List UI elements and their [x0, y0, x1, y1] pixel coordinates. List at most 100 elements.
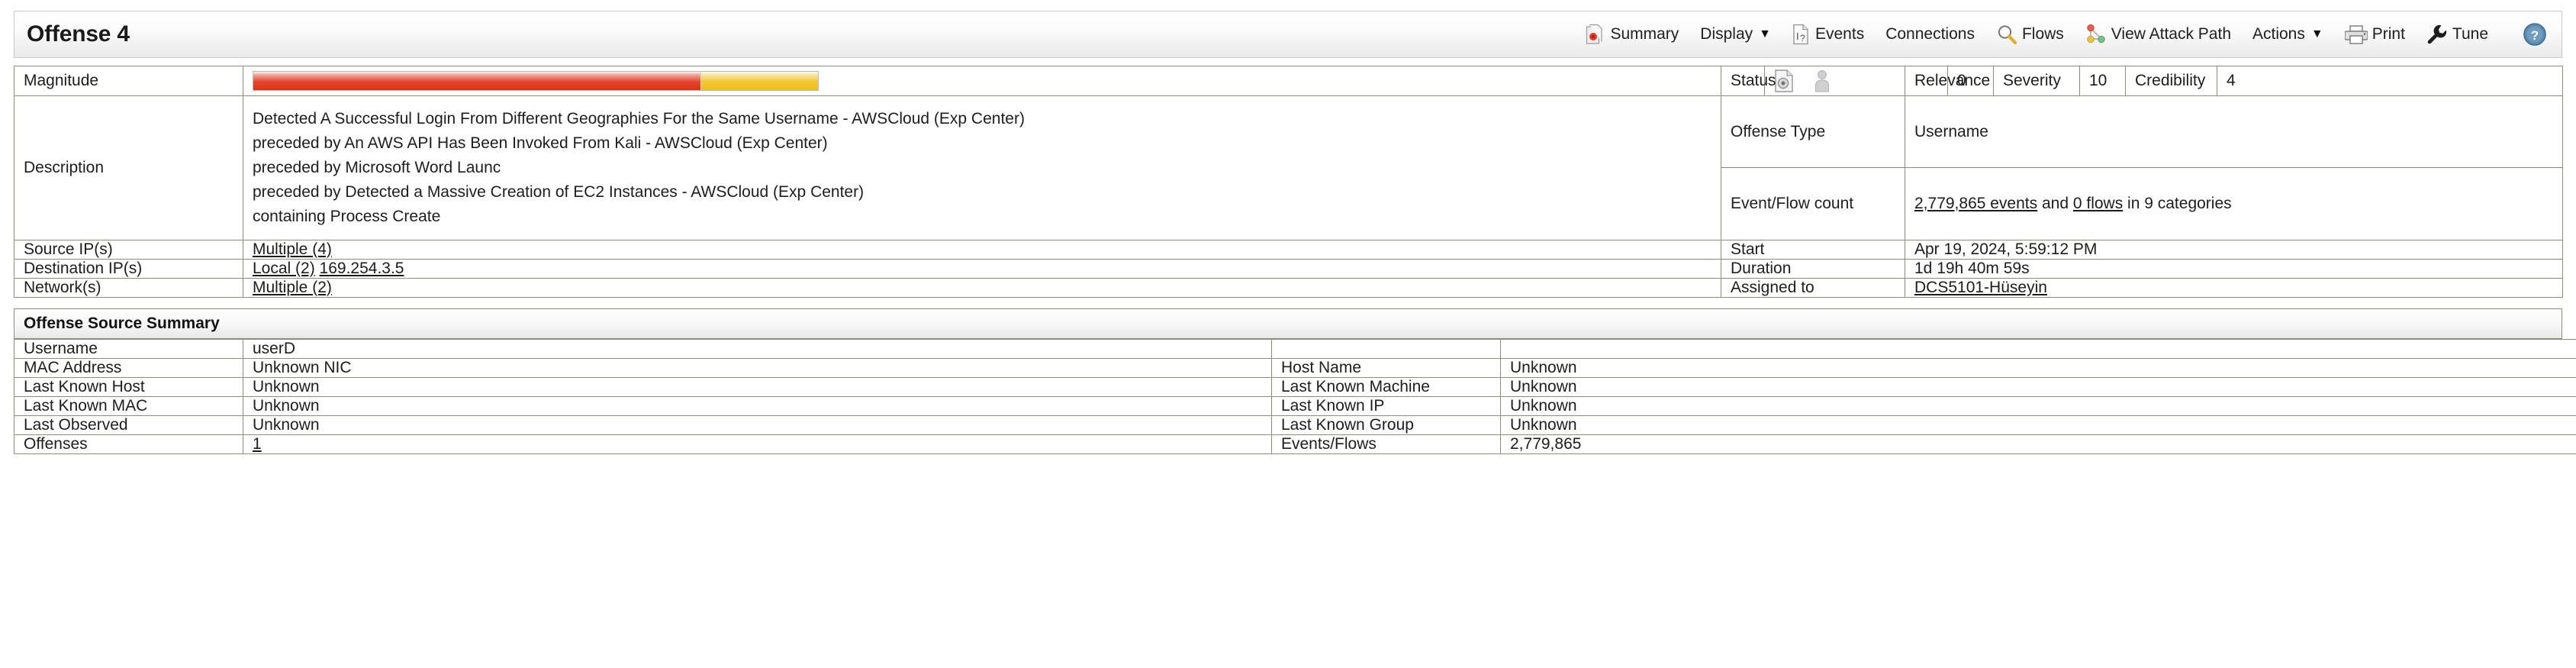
chevron-down-icon: ▼	[1759, 27, 1771, 40]
toolbar-item-events[interactable]: I ? Events	[1782, 21, 1875, 48]
destination-ips-local-link[interactable]: Local (2)	[253, 260, 315, 277]
row-left-label: Last Observed	[14, 415, 243, 435]
duration-value: 1d 19h 40m 59s	[1905, 258, 2563, 279]
source-ips-link[interactable]: Multiple (4)	[253, 240, 332, 258]
assigned-to-value: DCS5101-Hüseyin	[1905, 277, 2563, 298]
svg-text:I: I	[1796, 31, 1799, 42]
toolbar-item-display[interactable]: Display ▼	[1689, 22, 1782, 47]
svg-text:?: ?	[1800, 33, 1805, 44]
table-row: Last Observed Unknown Last Known Group Unkn…	[14, 415, 2576, 435]
start-value: Apr 19, 2024, 5:59:12 PM	[1905, 239, 2563, 260]
networks-link[interactable]: Multiple (2)	[253, 279, 332, 296]
row-right-value: Unknown	[1500, 357, 2576, 378]
toolbar-item-label: Summary	[1610, 25, 1679, 43]
table-row-magnitude: Magnitude Status Relevance 0 Severity 10…	[14, 66, 2563, 96]
start-label: Start	[1721, 239, 1905, 260]
source-ips-label: Source IP(s)	[14, 239, 243, 260]
description-value: Detected A Successful Login From Differe…	[243, 95, 1721, 240]
toolbar-item-label: Flows	[2021, 25, 2064, 43]
offense-summary-page: Offense 4 Summary Display ▼ I ? Events Conn…	[0, 11, 2576, 668]
event-flow-suffix-text: in 9 categories	[2123, 194, 2232, 212]
row-left-label: Offenses	[14, 434, 243, 454]
assigned-to-link[interactable]: DCS5101-Hüseyin	[1914, 279, 2047, 296]
status-disk-icon[interactable]	[1774, 69, 1794, 92]
row-right-value: Unknown	[1500, 415, 2576, 435]
description-line: containing Process Create	[253, 207, 441, 225]
table-row: MAC Address Unknown NIC Host Name Unknown	[14, 357, 2576, 378]
toolbar-item-label: Tune	[2452, 25, 2488, 43]
magnitude-bar-red-segment	[253, 72, 700, 90]
toolbar-item-view-attack-path[interactable]: View Attack Path	[2075, 21, 2242, 48]
offense-overview-table: Magnitude Status Relevance 0 Severity 10…	[14, 66, 2563, 298]
table-row: Last Known MAC Unknown Last Known IP Unknow…	[14, 395, 2576, 416]
attack-path-icon	[2085, 24, 2107, 45]
toolbar-item-label: Display	[1700, 25, 1753, 43]
wrench-icon	[2426, 24, 2448, 45]
row-left-value-link[interactable]: 1	[253, 435, 262, 453]
offense-type-value: Username	[1905, 95, 2563, 169]
event-flow-count-label: Event/Flow count	[1721, 167, 1905, 240]
status-icons-cell	[1764, 66, 1905, 96]
toolbar-item-summary[interactable]: Summary	[1575, 21, 1689, 48]
row-left-value: Unknown	[243, 376, 1272, 397]
offense-source-summary-title: Offense Source Summary	[14, 308, 2562, 339]
row-left-value: Unknown NIC	[243, 357, 1272, 378]
magnifier-icon	[1996, 24, 2017, 45]
toolbar-item-connections[interactable]: Connections	[1875, 22, 1985, 47]
offense-type-label: Offense Type	[1721, 95, 1905, 169]
toolbar-item-tune[interactable]: Tune	[2416, 21, 2499, 48]
svg-text:?: ?	[2531, 28, 2539, 43]
username-value: userD	[243, 338, 1272, 359]
offense-source-summary-wrap: Offense Source Summary Username userD MA…	[14, 308, 2576, 454]
toolbar-item-actions[interactable]: Actions ▼	[2242, 22, 2334, 47]
help-circle-icon[interactable]: ?	[2522, 21, 2548, 47]
toolbar-item-flows[interactable]: Flows	[1985, 21, 2075, 48]
event-flow-and-text: and	[2037, 194, 2073, 212]
description-line: preceded by Detected a Massive Creation …	[253, 182, 865, 201]
events-count-link[interactable]: 2,779,865 events	[1914, 195, 2037, 212]
page-header: Offense 4 Summary Display ▼ I ? Events Conn…	[14, 11, 2562, 58]
severity-value: 10	[2079, 66, 2126, 96]
table-row-username: Username userD	[14, 338, 2576, 359]
toolbar-item-label: Events	[1815, 25, 1865, 43]
source-ips-value: Multiple (4)	[243, 239, 1721, 260]
table-row-destination-ips: Destination IP(s) Local (2) 169.254.3.5 …	[14, 258, 2563, 279]
assigned-to-label: Assigned to	[1721, 277, 1905, 298]
row-right-label: Last Known IP	[1271, 395, 1501, 416]
magnitude-label: Magnitude	[14, 66, 243, 96]
table-row: Offenses 1 Events/Flows 2,779,865	[14, 434, 2576, 454]
username-label: Username	[14, 338, 243, 359]
row-right-label: Last Known Machine	[1271, 376, 1501, 397]
flows-count-link[interactable]: 0 flows	[2073, 195, 2123, 212]
row-left-value: 1	[243, 434, 1272, 454]
table-row: Last Known Host Unknown Last Known Machine…	[14, 376, 2576, 397]
username-spacer-cell-1	[1271, 338, 1501, 359]
credibility-value: 4	[2217, 66, 2563, 96]
table-row-description: Description Detected A Successful Login …	[14, 95, 2563, 240]
row-left-label: Last Known Host	[14, 376, 243, 397]
magnitude-bar-cell	[243, 66, 1721, 96]
row-left-value: Unknown	[243, 415, 1272, 435]
magnitude-bar-yellow-segment	[700, 72, 818, 90]
description-line: Detected A Successful Login From Differe…	[253, 110, 1025, 127]
toolbar-item-print[interactable]: Print	[2334, 21, 2416, 47]
description-line: preceded by An AWS API Has Been Invoked …	[253, 134, 828, 152]
printer-icon	[2344, 24, 2368, 44]
event-flow-count-value: 2,779,865 events and 0 flows in 9 catego…	[1905, 167, 2563, 240]
networks-label: Network(s)	[14, 277, 243, 298]
row-right-label: Host Name	[1271, 357, 1501, 378]
row-right-label: Last Known Group	[1271, 415, 1501, 435]
toolbar-item-label: Connections	[1885, 25, 1975, 43]
username-spacer-cell-2	[1500, 338, 2576, 359]
toolbar-item-label: Print	[2372, 25, 2405, 43]
row-right-value: 2,779,865	[1500, 434, 2576, 454]
row-left-value: Unknown	[243, 395, 1272, 416]
description-label: Description	[14, 95, 243, 240]
destination-ips-value: Local (2) 169.254.3.5	[243, 258, 1721, 279]
row-left-label: Last Known MAC	[14, 395, 243, 416]
status-user-icon[interactable]	[1814, 69, 1831, 92]
description-lines: Detected A Successful Login From Differe…	[253, 101, 1711, 235]
destination-ip-address-link[interactable]: 169.254.3.5	[320, 260, 404, 277]
destination-ips-label: Destination IP(s)	[14, 258, 243, 279]
magnitude-bar	[253, 71, 819, 91]
